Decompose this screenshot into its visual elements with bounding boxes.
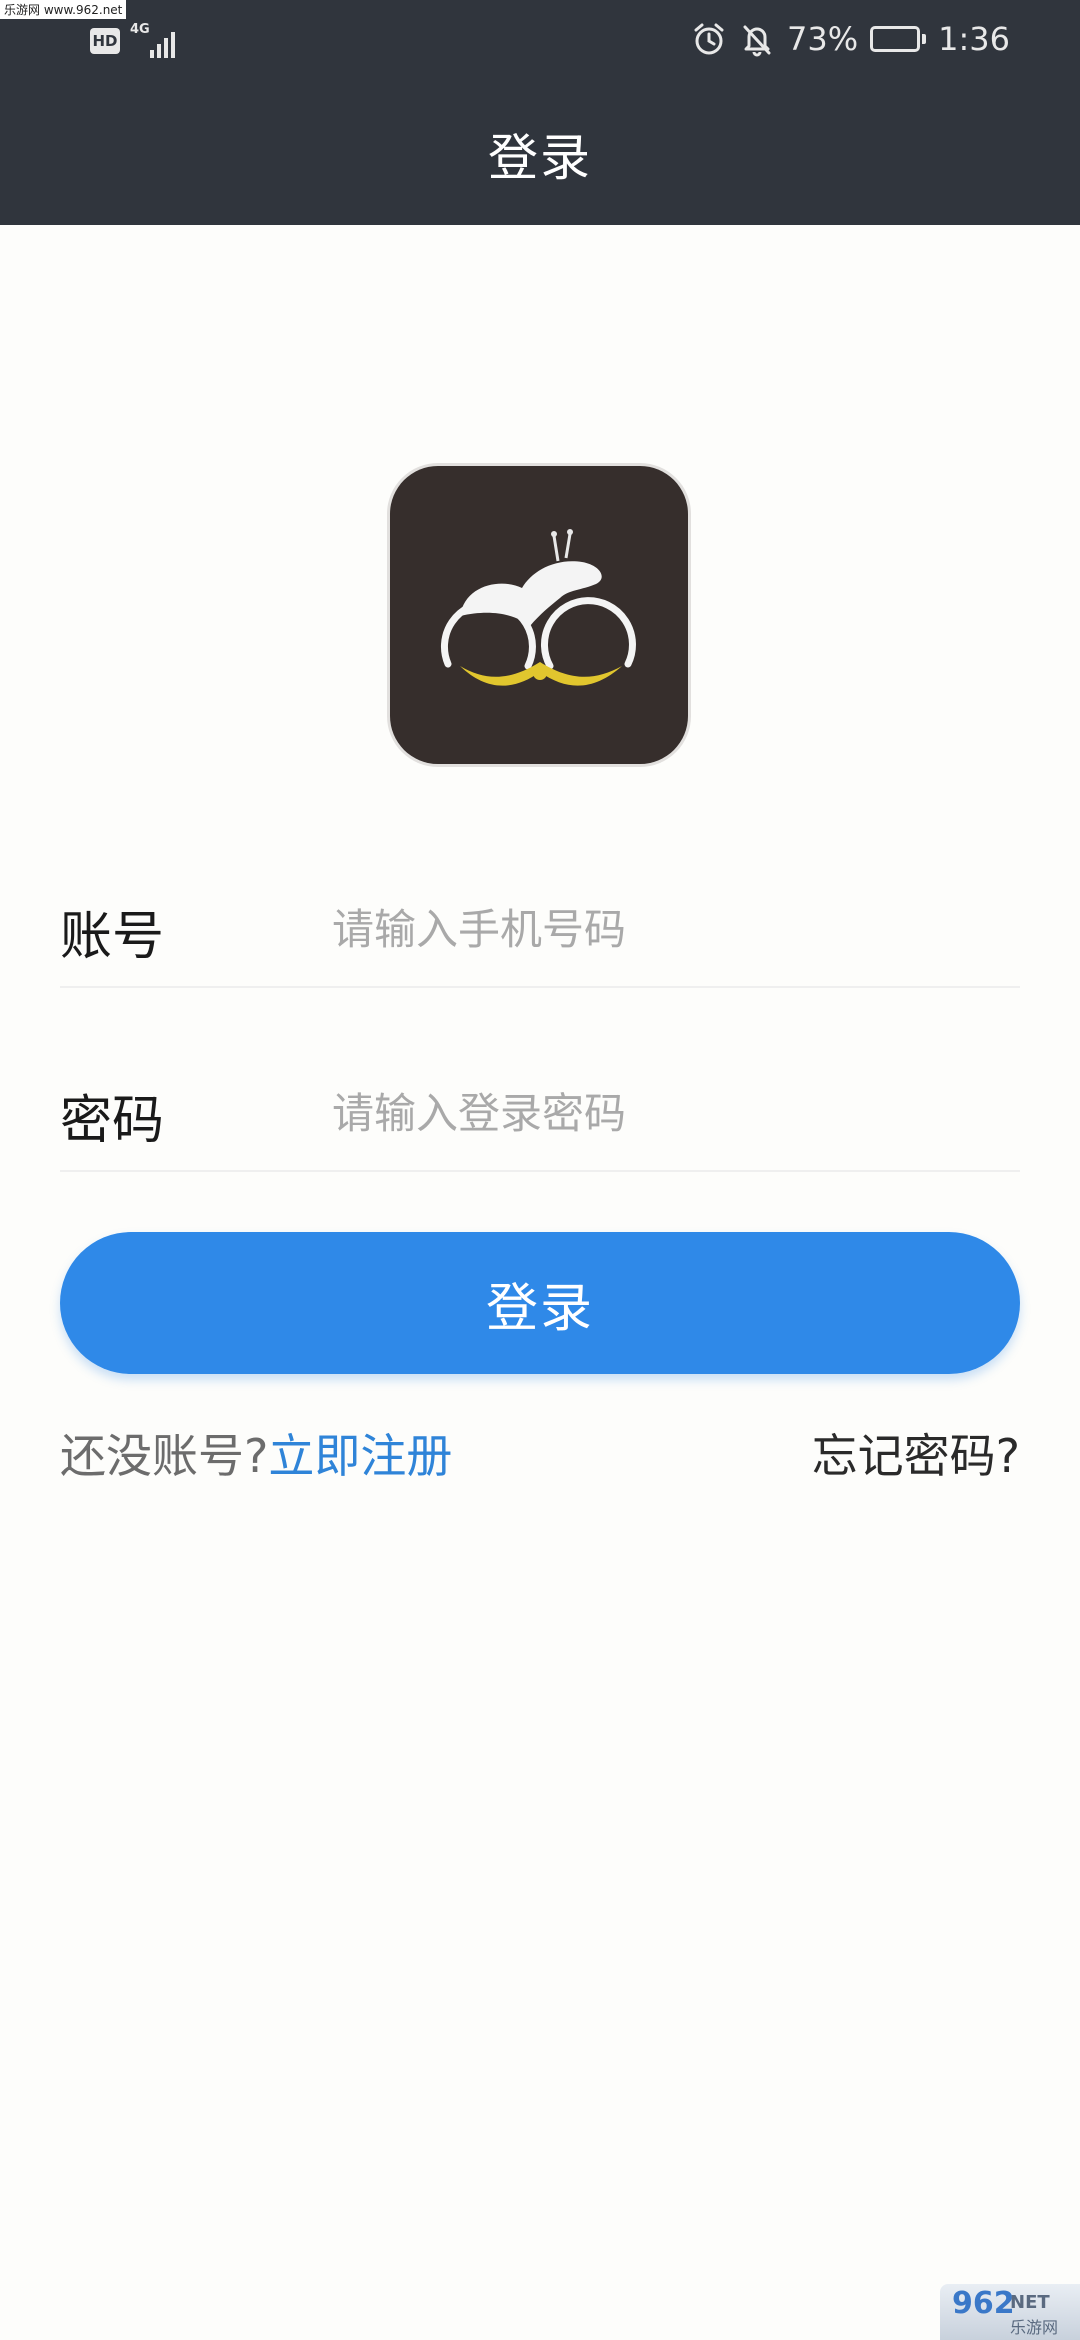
- no-account-text: 还没账号?: [60, 1429, 269, 1483]
- account-field: 账号: [60, 866, 1020, 988]
- watermark-bottom: 962 NET 乐游网: [940, 2284, 1080, 2340]
- battery-percent: 73%: [787, 20, 859, 58]
- signal-bars: [150, 32, 175, 58]
- account-input[interactable]: [330, 896, 1014, 962]
- status-left: HD 4G: [90, 22, 186, 58]
- auth-links: 还没账号?立即注册 忘记密码?: [60, 1420, 1020, 1490]
- forgot-password-link[interactable]: 忘记密码?: [812, 1420, 1020, 1486]
- app-logo: [390, 466, 688, 764]
- signal-icon: 4G: [130, 22, 186, 58]
- battery-icon: [870, 26, 927, 52]
- login-page: 乐游网 www.962.net HD 4G 73% 1:36 登录 账号 请输入…: [0, 0, 1080, 2340]
- watermark-bottom-number: 962: [952, 2286, 1015, 2321]
- login-button[interactable]: 登录: [60, 1232, 1020, 1374]
- watermark-top: 乐游网 www.962.net: [0, 0, 127, 19]
- bell-muted-icon: [739, 21, 775, 57]
- password-input[interactable]: [330, 1080, 1014, 1146]
- status-bar: HD 4G 73% 1:36: [0, 0, 1080, 80]
- watermark-bottom-cn: 乐游网: [1010, 2318, 1059, 2337]
- bike-logo-icon: [440, 529, 636, 686]
- hd-icon: HD: [90, 28, 120, 54]
- network-type-label: 4G: [130, 22, 150, 37]
- register-link[interactable]: 立即注册: [268, 1429, 452, 1483]
- password-label: 密码: [60, 1091, 165, 1151]
- page-title: 登录: [488, 129, 592, 187]
- password-field: 密码: [60, 1050, 1020, 1172]
- status-right: 73% 1:36: [691, 20, 1010, 58]
- alarm-icon: [691, 21, 727, 57]
- account-label: 账号: [60, 907, 165, 967]
- top-bar: HD 4G 73% 1:36 登录: [0, 0, 1080, 225]
- status-time: 1:36: [938, 20, 1010, 58]
